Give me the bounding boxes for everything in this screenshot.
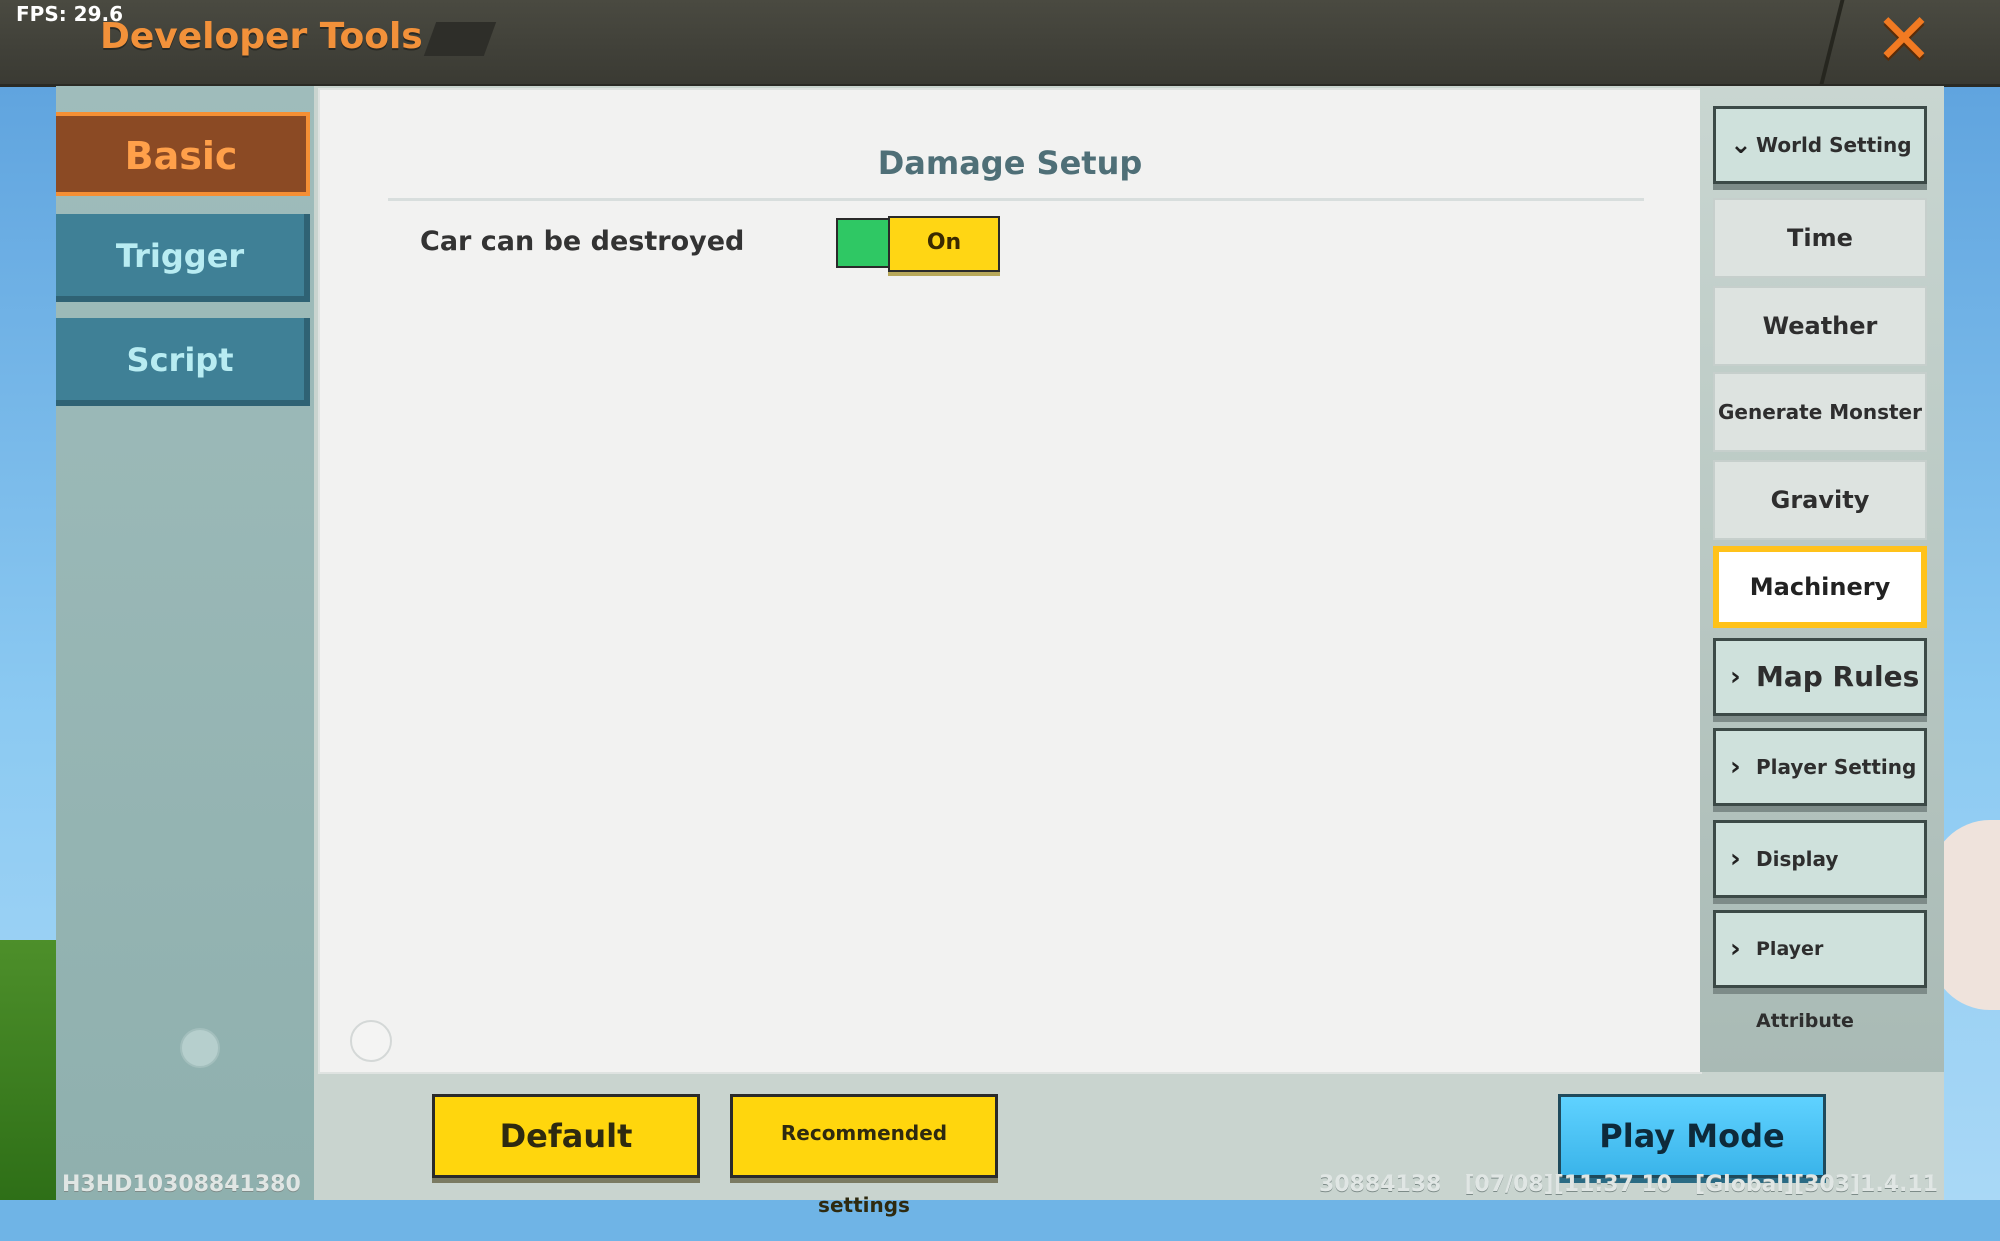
toggle-on-indicator xyxy=(836,218,890,268)
right-nav-label: Player Setting xyxy=(1756,755,1917,779)
right-nav-weather[interactable]: Weather xyxy=(1713,286,1927,366)
right-nav-player-attribute[interactable]: › Player Attribute xyxy=(1713,910,1927,1032)
settings-panel: Damage Setup Car can be destroyed On xyxy=(318,88,1702,1074)
section-title: Damage Setup xyxy=(877,144,1143,182)
device-id: H3HD10308841380 xyxy=(62,1172,301,1197)
right-nav-time[interactable]: Time xyxy=(1713,198,1927,278)
right-nav-gravity[interactable]: Gravity xyxy=(1713,460,1927,540)
left-nav-scroll-indicator xyxy=(180,1028,220,1068)
window-title: Developer Tools xyxy=(100,16,423,57)
chevron-right-icon: › xyxy=(1730,662,1741,692)
play-mode-button[interactable]: Play Mode xyxy=(1558,1094,1826,1178)
recommended-settings-button[interactable]: Recommended settings xyxy=(730,1094,998,1217)
panel-scroll-indicator xyxy=(350,1020,392,1062)
right-nav-label: Player Attribute xyxy=(1756,938,1854,1032)
right-nav-generate-monster[interactable]: Generate Monster xyxy=(1713,372,1927,452)
right-nav-display-setting[interactable]: › Display Setting xyxy=(1713,820,1927,943)
right-nav-map-rules[interactable]: › Map Rules xyxy=(1713,638,1927,716)
build-info: 30884138 [07/08][11:37 10 [Global][303]1… xyxy=(1318,1172,1938,1197)
left-nav-tab-basic[interactable]: Basic xyxy=(56,112,310,196)
setting-label-car-destroyed: Car can be destroyed xyxy=(420,226,745,257)
car-destroyed-toggle[interactable]: On xyxy=(836,216,1000,272)
chevron-right-icon: › xyxy=(1730,844,1741,874)
right-nav-label: World Setting xyxy=(1756,133,1912,157)
toggle-knob-label: On xyxy=(888,216,1000,272)
chevron-right-icon: › xyxy=(1730,934,1741,964)
top-bar: FPS: 29.6 Developer Tools ✕ xyxy=(0,0,2000,87)
left-nav-tab-trigger[interactable]: Trigger xyxy=(56,214,310,302)
right-nav-machinery[interactable]: Machinery xyxy=(1713,546,1927,628)
right-nav-player-setting[interactable]: › Player Setting xyxy=(1713,728,1927,806)
left-nav-tab-script[interactable]: Script xyxy=(56,318,310,406)
section-divider xyxy=(388,198,1644,201)
close-divider xyxy=(1819,0,1845,84)
default-button[interactable]: Default xyxy=(432,1094,700,1178)
right-nav-world-setting[interactable]: ⌄ World Setting xyxy=(1713,106,1927,184)
chevron-down-icon: ⌄ xyxy=(1730,130,1752,160)
chevron-right-icon: › xyxy=(1730,752,1741,782)
right-nav-label: Map Rules xyxy=(1756,660,1920,693)
title-decoration xyxy=(423,22,497,56)
close-icon[interactable]: ✕ xyxy=(1872,4,1936,74)
